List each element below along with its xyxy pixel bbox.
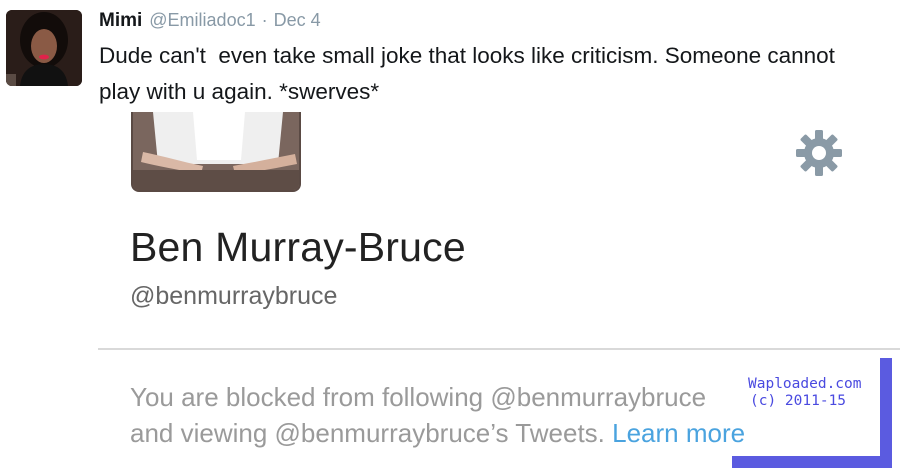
header-separator: · (261, 10, 268, 30)
avatar[interactable] (6, 10, 82, 86)
blocked-message-line-2: and viewing @benmurraybruce’s Tweets. Le… (130, 415, 890, 451)
profile-photo-image (133, 112, 299, 190)
profile-photo (131, 112, 301, 192)
embedded-profile-screenshot: Ben Murray-Bruce @benmurraybruce You are… (0, 112, 900, 471)
blocked-message-line-1: You are blocked from following @benmurra… (130, 382, 707, 412)
tweet: Mimi @Emiliadoc1 · Dec 4 Dude can't even… (0, 0, 900, 112)
author-handle[interactable]: @Emiliadoc1 (149, 10, 255, 31)
blocked-message-line-2-text: and viewing @benmurraybruce’s Tweets. (130, 418, 605, 448)
blocked-message: You are blocked from following @benmurra… (130, 379, 890, 451)
profile-handle: @benmurraybruce (130, 282, 338, 310)
learn-more-link[interactable]: Learn more (612, 418, 745, 448)
tweet-text: Dude can't even take small joke that loo… (99, 43, 842, 104)
tweet-date[interactable]: Dec 4 (274, 10, 321, 31)
gear-icon[interactable] (794, 128, 844, 178)
divider (98, 348, 900, 350)
author-name[interactable]: Mimi (99, 10, 142, 32)
profile-name: Ben Murray-Bruce (130, 224, 466, 270)
tweet-header: Mimi @Emiliadoc1 · Dec 4 (99, 10, 321, 34)
avatar-photo (6, 10, 82, 86)
